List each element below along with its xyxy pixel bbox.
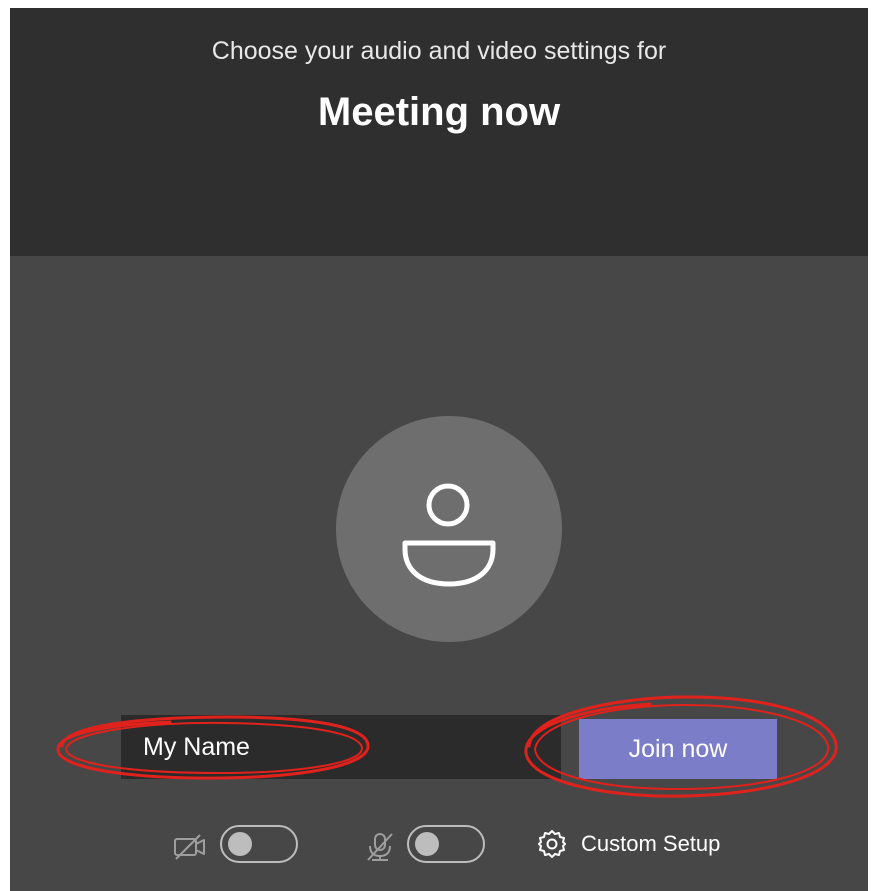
microphone-toggle[interactable] [407, 825, 485, 863]
camera-toggle-knob [228, 832, 252, 856]
person-icon [402, 483, 496, 587]
join-now-button[interactable]: Join now [579, 719, 777, 779]
device-controls: Custom Setup [10, 820, 868, 870]
custom-setup-button[interactable]: Custom Setup [537, 826, 720, 862]
settings-subtitle: Choose your audio and video settings for [211, 37, 667, 65]
header: Choose your audio and video settings for… [10, 8, 868, 256]
gear-icon [538, 830, 566, 858]
name-input[interactable] [121, 715, 561, 779]
avatar [336, 416, 562, 642]
microphone-toggle-knob [415, 832, 439, 856]
camera-off-icon [172, 832, 208, 862]
meeting-prejoin-screen: Choose your audio and video settings for… [10, 8, 868, 891]
mic-off-icon [362, 832, 398, 862]
custom-setup-label: Custom Setup [581, 831, 721, 856]
meeting-title: Meeting now [317, 90, 561, 134]
camera-toggle[interactable] [220, 825, 298, 863]
